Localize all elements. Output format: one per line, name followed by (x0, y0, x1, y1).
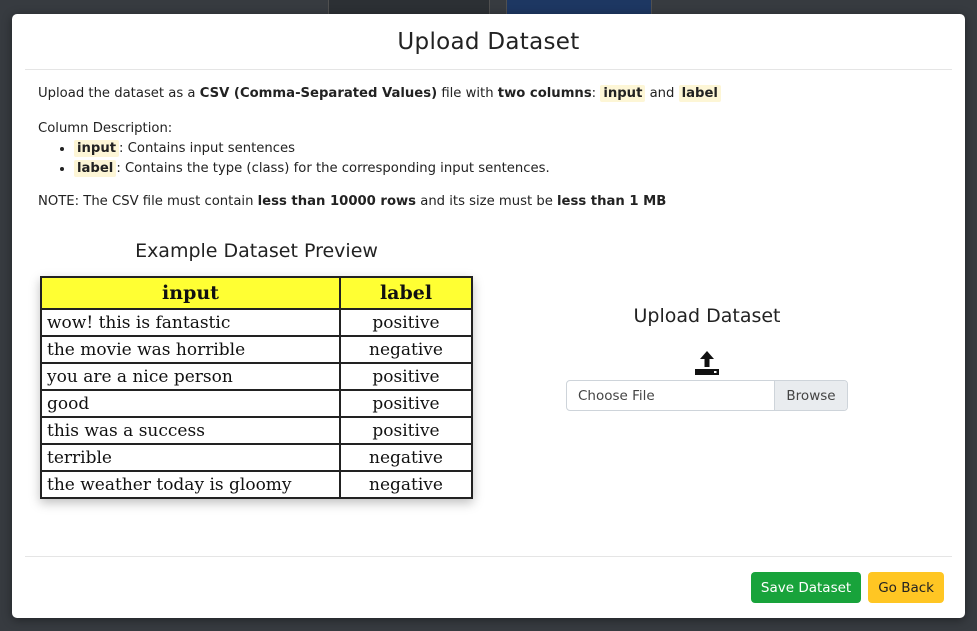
preview-title: Example Dataset Preview (135, 240, 378, 262)
modal-title: Upload Dataset (397, 28, 580, 55)
table-row: this was a success positive (40, 416, 473, 445)
desc-prefix: Upload the dataset as a (38, 86, 200, 101)
cell-input: this was a success (40, 416, 341, 445)
column-text: : Contains input sentences (119, 141, 295, 156)
cell-input: the weather today is gloomy (40, 470, 341, 499)
preview-table: input label wow! this is fantastic positi… (40, 276, 473, 499)
modal-header: Upload Dataset (25, 14, 952, 70)
cell-input: wow! this is fantastic (40, 308, 341, 337)
upload-title: Upload Dataset (633, 305, 781, 327)
cell-label: positive (339, 308, 473, 337)
modal-footer: Save Dataset Go Back (25, 556, 952, 618)
column-description-list: input: Contains input sentences label: C… (38, 139, 939, 179)
column-description-heading: Column Description: (38, 121, 173, 136)
save-dataset-button[interactable]: Save Dataset (750, 572, 862, 603)
note-mid: and its size must be (416, 194, 558, 209)
browse-button[interactable]: Browse (774, 381, 847, 410)
file-input-label[interactable]: Choose File (567, 381, 774, 410)
desc-col-input: input (600, 85, 646, 102)
cell-input: you are a nice person (40, 362, 341, 391)
table-row: you are a nice person positive (40, 362, 473, 391)
cell-input: good (40, 389, 341, 418)
note-size: less than 1 MB (557, 194, 667, 209)
upload-section: Upload Dataset Choose File Browse (475, 240, 939, 499)
desc-format: CSV (Comma-Separated Values) (199, 86, 438, 101)
content-row: Example Dataset Preview input label wow!… (38, 240, 939, 499)
table-header-row: input label (40, 276, 473, 310)
cell-input: terrible (40, 443, 341, 472)
size-note: NOTE: The CSV file must contain less tha… (38, 192, 939, 212)
desc-col-label: label (678, 85, 721, 102)
upload-icon (693, 349, 721, 377)
desc-mid: file with (437, 86, 498, 101)
cell-label: negative (339, 443, 473, 472)
table-header-label: label (339, 276, 473, 310)
column-text: : Contains the type (class) for the corr… (116, 161, 550, 176)
column-name: label (74, 160, 117, 177)
desc-and: and (649, 86, 675, 101)
table-row: the weather today is gloomy negative (40, 470, 473, 499)
table-row: wow! this is fantastic positive (40, 308, 473, 337)
modal-body: Upload the dataset as a CSV (Comma-Separ… (12, 70, 965, 499)
cell-input: the movie was horrible (40, 335, 341, 364)
column-item-input: input: Contains input sentences (74, 139, 939, 159)
desc-columns-phrase: two columns (497, 86, 592, 101)
note-prefix: NOTE: The CSV file must contain (38, 194, 258, 209)
upload-description: Upload the dataset as a CSV (Comma-Separ… (38, 84, 939, 104)
dataset-preview: Example Dataset Preview input label wow!… (38, 240, 475, 499)
upload-dataset-modal: Upload Dataset Upload the dataset as a C… (12, 14, 965, 618)
cell-label: positive (339, 416, 473, 445)
cell-label: negative (339, 335, 473, 364)
cell-label: negative (339, 470, 473, 499)
file-input[interactable]: Choose File Browse (566, 380, 848, 411)
desc-colon: : (591, 86, 597, 101)
go-back-button[interactable]: Go Back (868, 572, 944, 603)
table-row: good positive (40, 389, 473, 418)
column-item-label: label: Contains the type (class) for the… (74, 159, 939, 179)
cell-label: positive (339, 389, 473, 418)
table-row: terrible negative (40, 443, 473, 472)
table-header-input: input (40, 276, 341, 310)
note-rows: less than 10000 rows (257, 194, 417, 209)
cell-label: positive (339, 362, 473, 391)
table-row: the movie was horrible negative (40, 335, 473, 364)
column-name: input (74, 140, 120, 157)
preview-table-image: input label wow! this is fantastic positi… (40, 276, 473, 499)
